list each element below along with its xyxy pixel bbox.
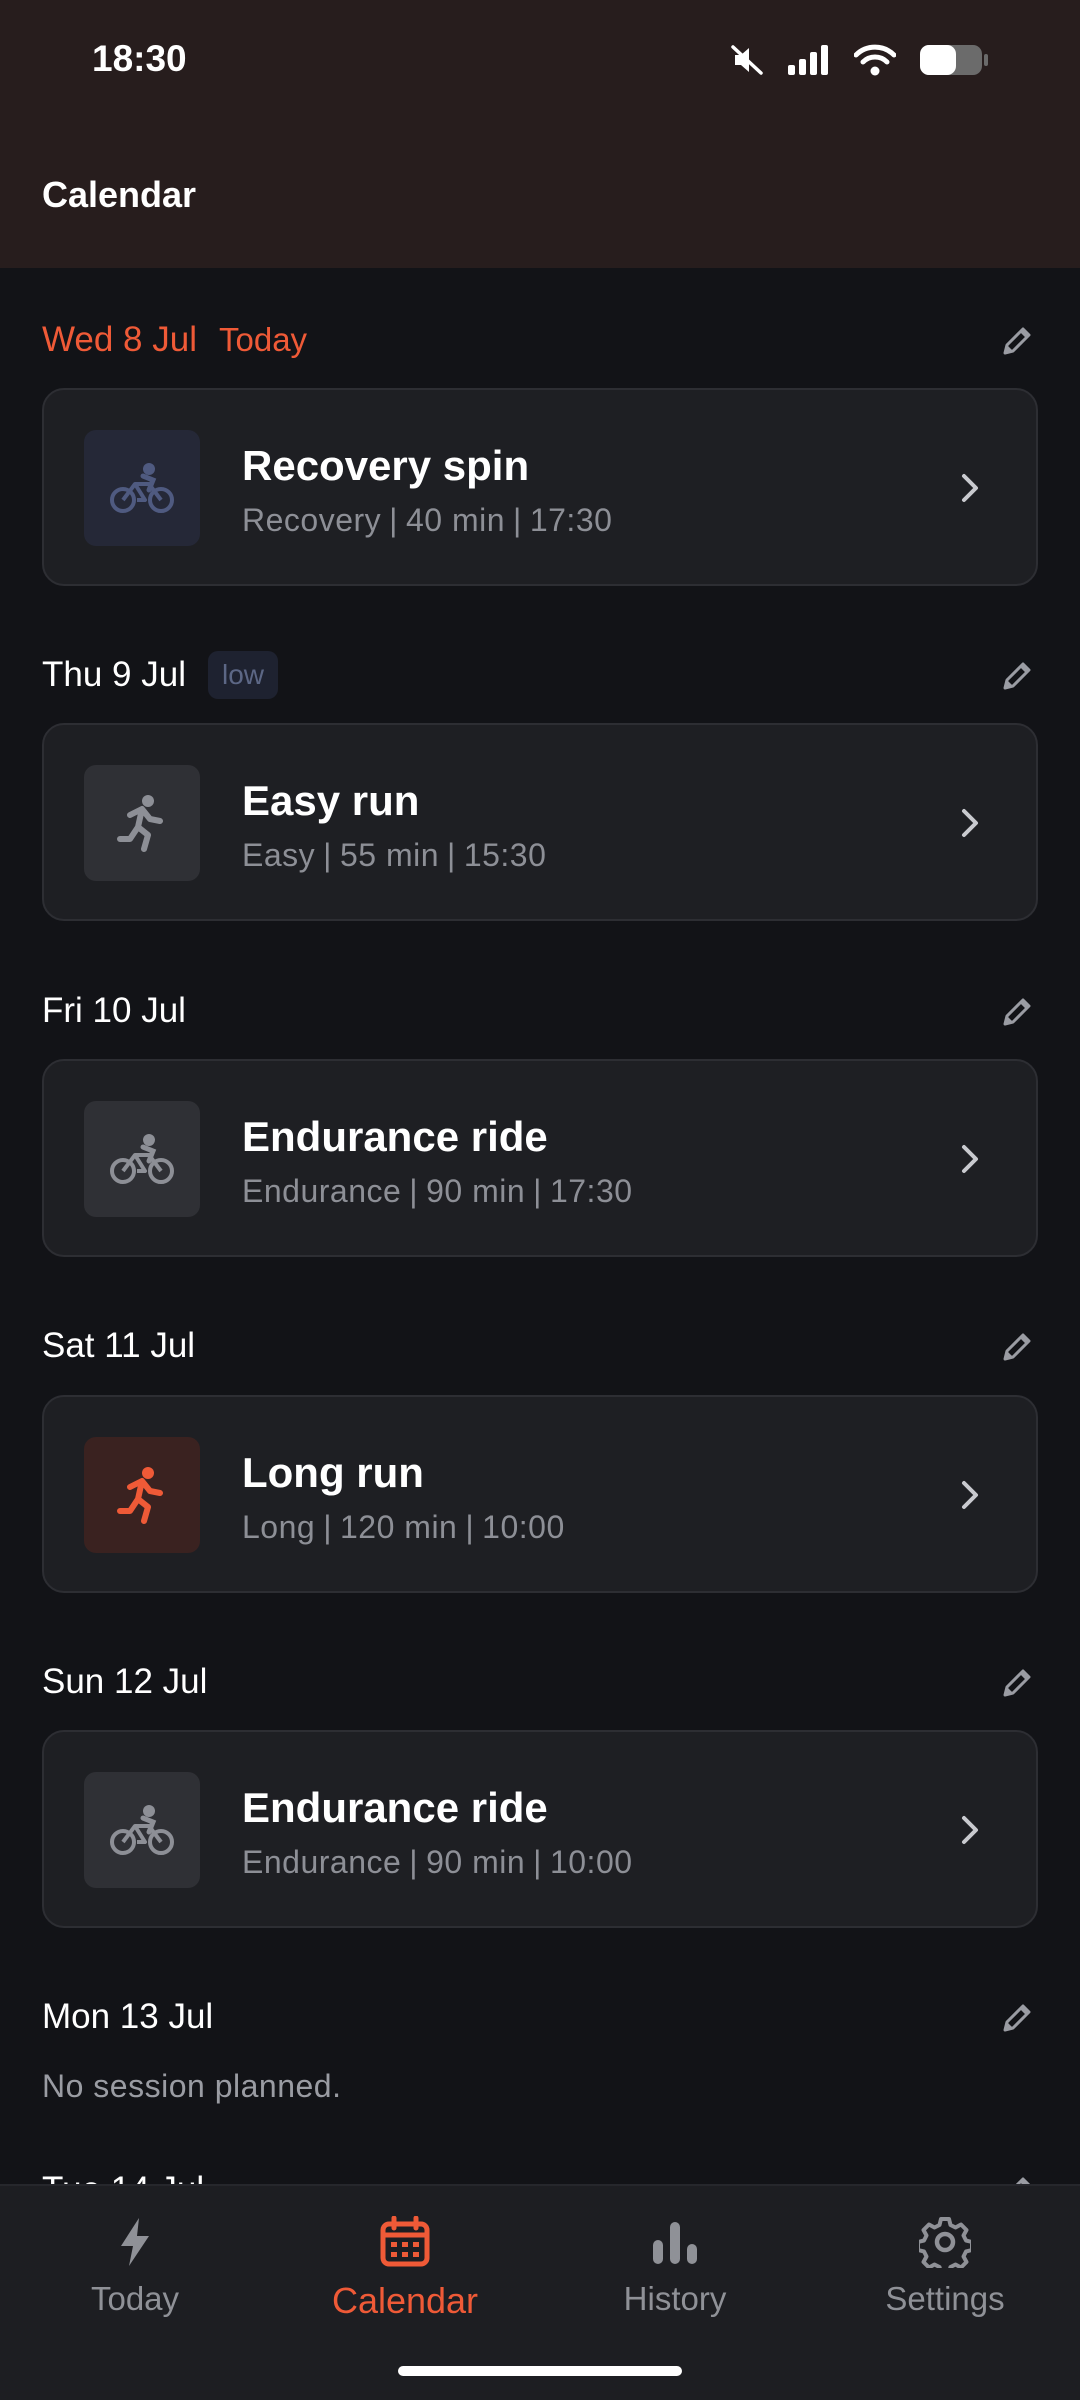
day-header: Mon 13 Jul — [42, 1987, 1038, 2047]
session-card[interactable]: Long run Long | 120 min | 10:00 — [42, 1395, 1038, 1593]
session-duration: 120 min — [340, 1509, 458, 1545]
day-header: Sat 11 Jul — [42, 1316, 1038, 1376]
status-icons — [730, 40, 990, 84]
session-card[interactable]: Easy run Easy | 55 min | 15:30 — [42, 723, 1038, 921]
session-time: 10:00 — [482, 1509, 565, 1545]
nav-today[interactable]: Today — [0, 2186, 270, 2356]
load-tag: low — [207, 651, 278, 699]
day-label: Tue 14 Jul — [42, 2170, 204, 2184]
session-type: Easy — [242, 837, 316, 873]
session-type: Endurance — [242, 1844, 402, 1880]
session-title: Recovery spin — [242, 442, 530, 489]
session-time: 15:30 — [463, 837, 547, 873]
mute-icon — [730, 43, 764, 82]
session-meta: Long | 120 min | 10:00 — [242, 1509, 565, 1545]
session-type: Long — [242, 1509, 316, 1545]
day-label: Mon 13 Jul — [42, 1997, 214, 2036]
session-title: Long run — [242, 1449, 424, 1496]
edit-icon[interactable] — [998, 991, 1038, 1031]
chevron-right-icon — [962, 474, 978, 502]
chevron-right-icon — [962, 809, 978, 837]
day-label: Thu 9 Jul — [42, 655, 186, 694]
session-card[interactable]: Endurance ride Endurance | 90 min | 10:00 — [42, 1730, 1038, 1928]
session-time: 17:30 — [549, 1173, 633, 1209]
calendar-list[interactable]: Wed 8 Jul Today Recovery spin Recovery | 4… — [0, 268, 1080, 2184]
bolt-icon — [105, 2212, 165, 2272]
session-duration: 40 min — [405, 502, 506, 538]
nav-label: Settings — [885, 2280, 1005, 2317]
session-time: 17:30 — [529, 502, 613, 538]
signal-icon — [786, 43, 832, 82]
page-title: Calendar — [42, 174, 197, 215]
day-label: Fri 10 Jul — [42, 991, 186, 1030]
session-duration: 55 min — [339, 837, 439, 873]
nav-calendar[interactable]: Calendar — [270, 2186, 540, 2356]
app-header: Calendar — [0, 120, 1080, 268]
session-title: Easy run — [242, 777, 420, 824]
edit-icon[interactable] — [998, 1326, 1038, 1366]
bike-icon — [84, 1772, 200, 1888]
run-icon — [84, 765, 200, 881]
empty-session-note: No session planned. — [42, 2068, 342, 2104]
chevron-right-icon — [962, 1145, 978, 1173]
edit-icon[interactable] — [998, 1997, 1038, 2037]
session-title: Endurance ride — [242, 1113, 548, 1160]
battery-icon — [918, 42, 990, 83]
session-meta: Easy | 55 min | 15:30 — [242, 837, 547, 873]
home-indicator[interactable] — [398, 2366, 682, 2376]
day-header: Wed 8 Jul Today — [42, 310, 1038, 370]
chevron-right-icon — [962, 1816, 978, 1844]
session-duration: 90 min — [426, 1844, 526, 1880]
calendar-icon — [375, 2212, 435, 2272]
day-header: Sun 12 Jul — [42, 1652, 1038, 1712]
gear-icon — [915, 2212, 975, 2272]
day-header: Thu 9 Jul low — [42, 645, 1038, 705]
edit-icon[interactable] — [998, 2170, 1038, 2184]
wifi-icon — [853, 43, 897, 82]
session-card[interactable]: Recovery spin Recovery | 40 min | 17:30 — [42, 388, 1038, 586]
status-bar: 18:30 — [0, 0, 1080, 120]
session-card[interactable]: Endurance ride Endurance | 90 min | 17:30 — [42, 1059, 1038, 1257]
session-type: Recovery — [242, 502, 382, 538]
run-icon — [84, 1437, 200, 1553]
day-label: Sun 12 Jul — [42, 1662, 208, 1701]
nav-settings[interactable]: Settings — [810, 2186, 1080, 2356]
nav-history[interactable]: History — [540, 2186, 810, 2356]
bar-chart-icon — [645, 2212, 705, 2272]
session-title: Endurance ride — [242, 1784, 548, 1831]
edit-icon[interactable] — [998, 320, 1038, 360]
session-meta: Recovery | 40 min | 17:30 — [242, 502, 613, 538]
day-header: Fri 10 Jul — [42, 981, 1038, 1041]
session-meta: Endurance | 90 min | 17:30 — [242, 1173, 633, 1209]
day-label: Sat 11 Jul — [42, 1326, 196, 1365]
session-time: 10:00 — [549, 1844, 633, 1880]
edit-icon[interactable] — [998, 1662, 1038, 1702]
nav-label: Today — [90, 2280, 180, 2317]
session-meta: Endurance | 90 min | 10:00 — [242, 1844, 633, 1880]
session-duration: 90 min — [426, 1173, 526, 1209]
edit-icon[interactable] — [998, 655, 1038, 695]
bike-icon — [84, 1101, 200, 1217]
status-time: 18:30 — [92, 38, 187, 79]
bike-icon — [84, 430, 200, 546]
day-label: Wed 8 Jul — [42, 320, 197, 359]
chevron-right-icon — [962, 1481, 978, 1509]
day-header: Tue 14 Jul — [42, 2160, 1038, 2184]
session-type: Endurance — [242, 1173, 402, 1209]
today-tag: Today — [219, 321, 308, 358]
nav-label: Calendar — [331, 2280, 479, 2321]
nav-label: History — [623, 2280, 727, 2317]
